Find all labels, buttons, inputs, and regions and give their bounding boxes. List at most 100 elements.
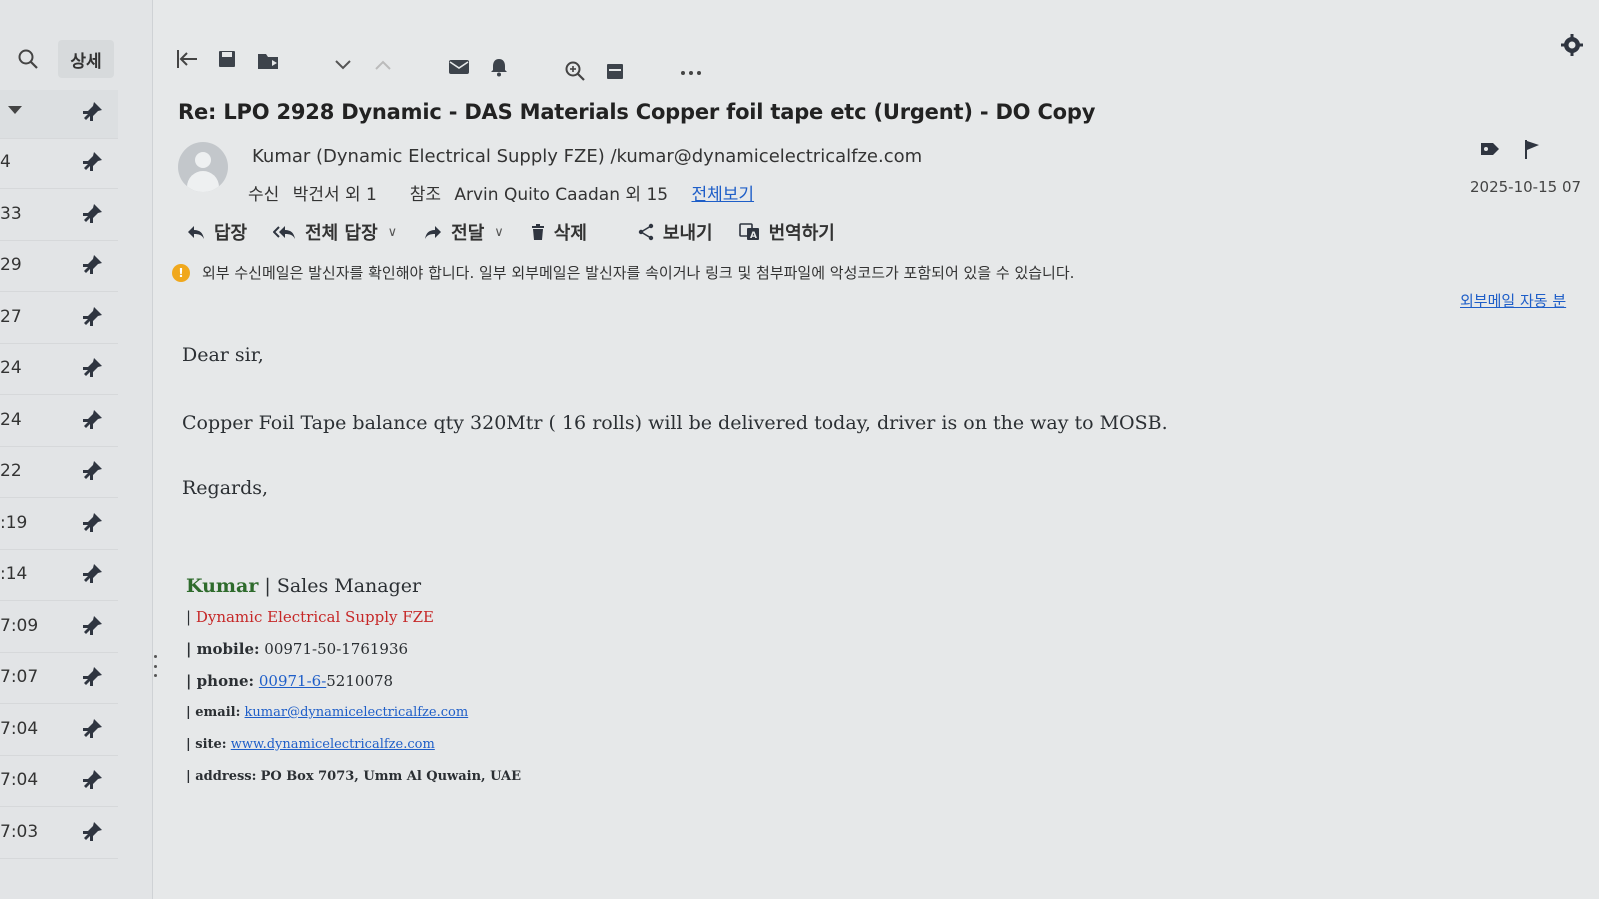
to-value[interactable]: 박건서 외 1 (293, 185, 377, 205)
signature-phone: | phone: 00971-6-5210078 (186, 672, 394, 690)
list-item[interactable]: 4 (0, 140, 118, 189)
list-item[interactable]: :14 (0, 552, 118, 601)
list-item-time: 7:09 (0, 615, 39, 636)
list-item-time: 7:07 (0, 667, 39, 687)
list-item[interactable]: 24 (0, 346, 118, 395)
move-folder-icon[interactable] (254, 46, 284, 76)
delete-button[interactable]: 삭제 (530, 219, 587, 245)
pin-icon[interactable] (80, 356, 104, 382)
view-all-link[interactable]: 전체보기 (691, 185, 754, 205)
pin-icon[interactable] (80, 150, 104, 176)
pin-icon[interactable] (80, 408, 104, 434)
list-item[interactable]: 22 (0, 449, 118, 498)
list-item-time: :14 (0, 564, 28, 584)
list-item-time: 4 (0, 152, 11, 172)
list-item-time: 22 (0, 461, 22, 481)
forward-button[interactable]: 전달 ∨ (423, 219, 504, 245)
list-item[interactable]: 7:03 (0, 810, 118, 859)
chevron-down-icon[interactable]: ∨ (388, 225, 398, 240)
reply-button[interactable]: 답장 (186, 219, 247, 245)
more-icon[interactable] (676, 58, 706, 88)
list-item-time: 7:03 (0, 821, 39, 842)
bell-icon[interactable] (484, 52, 514, 82)
list-item[interactable]: 29 (0, 243, 118, 292)
signature-email: | email: kumar@dynamicelectricalfze.com (186, 705, 469, 720)
mail-list-pane: 상세 4 33 29 27 24 24 22 :19 :14 7:09 7:07 7:04 7:04 7:… (0, 0, 153, 899)
list-item[interactable]: :19 (0, 501, 118, 550)
trash-icon (531, 224, 544, 240)
pin-icon[interactable] (80, 202, 104, 228)
list-item-time: :19 (0, 512, 28, 533)
reply-all-icon (273, 226, 296, 239)
message-toolbar (170, 40, 730, 84)
list-item-time: 29 (0, 255, 22, 275)
pin-icon[interactable] (80, 820, 104, 846)
mail-list-header: 상세 (0, 34, 118, 84)
chevron-down-icon[interactable]: ∨ (494, 225, 504, 240)
list-item[interactable] (0, 90, 118, 139)
list-item-time: 7:04 (0, 718, 39, 739)
forward-icon (425, 226, 442, 239)
tag-icon[interactable] (1479, 140, 1501, 162)
pin-icon[interactable] (80, 459, 104, 485)
chevron-down-icon[interactable] (8, 106, 22, 114)
zoom-icon[interactable] (560, 56, 590, 86)
list-item-time: 7:04 (0, 770, 39, 790)
recipients-line: 수신 박건서 외 1 참조 Arvin Quito Caadan 외 15 전체… (248, 180, 754, 205)
pin-icon[interactable] (80, 100, 104, 126)
external-mail-warning: ! 외부 수신메일은 발신자를 확인해야 합니다. 일부 외부메일은 발신자를 … (172, 262, 1074, 283)
send-button[interactable]: 보내기 (637, 219, 713, 245)
message-actions: 답장 전체 답장 ∨ 전달 ∨ 삭제 보내기 A 번역하기 (186, 214, 861, 250)
translate-button[interactable]: A 번역하기 (738, 219, 835, 245)
detail-search-button[interactable]: 상세 (58, 40, 114, 78)
list-item-time: 24 (0, 409, 22, 430)
pin-icon[interactable] (80, 665, 104, 691)
calendar-icon[interactable] (600, 56, 630, 86)
list-item[interactable]: 33 (0, 192, 118, 241)
mail-app: 상세 4 33 29 27 24 24 22 :19 :14 7:09 7:07 7:04 7:04 7:… (0, 0, 1599, 899)
flag-icon[interactable] (1523, 138, 1541, 164)
pin-icon[interactable] (80, 253, 104, 279)
list-item[interactable]: 24 (0, 398, 118, 447)
collapse-left-icon[interactable] (172, 44, 202, 74)
cc-value[interactable]: Arvin Quito Caadan 외 15 (454, 185, 668, 205)
pane-splitter[interactable] (154, 655, 158, 677)
signature-name: Kumar | Sales Manager (186, 575, 422, 597)
list-item[interactable]: 27 (0, 295, 118, 344)
pin-icon[interactable] (80, 717, 104, 743)
list-item[interactable]: 7:04 (0, 707, 118, 756)
pin-icon[interactable] (80, 614, 104, 640)
signature-address: | address: PO Box 7073, Umm Al Quwain, U… (186, 769, 522, 784)
avatar (178, 142, 228, 192)
translate-icon: A (738, 223, 759, 241)
list-item[interactable]: 7:07 (0, 655, 118, 704)
site-link[interactable]: www.dynamicelectricalfze.com (231, 737, 435, 752)
signature-company: | Dynamic Electrical Supply FZE (186, 608, 435, 626)
signature-site: | site: www.dynamicelectricalfze.com (186, 737, 435, 752)
pin-icon[interactable] (80, 768, 104, 794)
chevron-down-icon[interactable] (328, 50, 358, 80)
pin-icon[interactable] (80, 562, 104, 588)
sender[interactable]: Kumar (Dynamic Electrical Supply FZE) /k… (252, 146, 922, 167)
pin-icon[interactable] (80, 511, 104, 537)
email-link[interactable]: kumar@dynamicelectricalfze.com (245, 705, 469, 720)
reply-all-button[interactable]: 전체 답장 ∨ (273, 219, 397, 245)
pin-icon[interactable] (80, 305, 104, 331)
to-label: 수신 (248, 185, 280, 205)
phone-link[interactable]: 00971-6- (259, 672, 326, 690)
list-item-time: 27 (0, 306, 22, 327)
svg-text:A: A (750, 231, 757, 241)
gear-icon[interactable] (1559, 32, 1585, 58)
mail-icon[interactable] (444, 52, 474, 82)
search-icon[interactable] (10, 41, 46, 77)
reply-icon (188, 226, 204, 239)
save-icon[interactable] (212, 44, 242, 74)
body-greeting: Dear sir, (182, 344, 264, 366)
share-icon (638, 223, 654, 241)
chevron-up-icon[interactable] (368, 50, 398, 80)
list-item[interactable]: 7:04 (0, 758, 118, 807)
list-item[interactable]: 7:09 (0, 604, 118, 653)
external-mail-link[interactable]: 외부메일 자동 분 (1460, 290, 1566, 311)
message-subject: Re: LPO 2928 Dynamic - DAS Materials Cop… (178, 100, 1096, 124)
body-line: Copper Foil Tape balance qty 320Mtr ( 16… (182, 412, 1168, 434)
